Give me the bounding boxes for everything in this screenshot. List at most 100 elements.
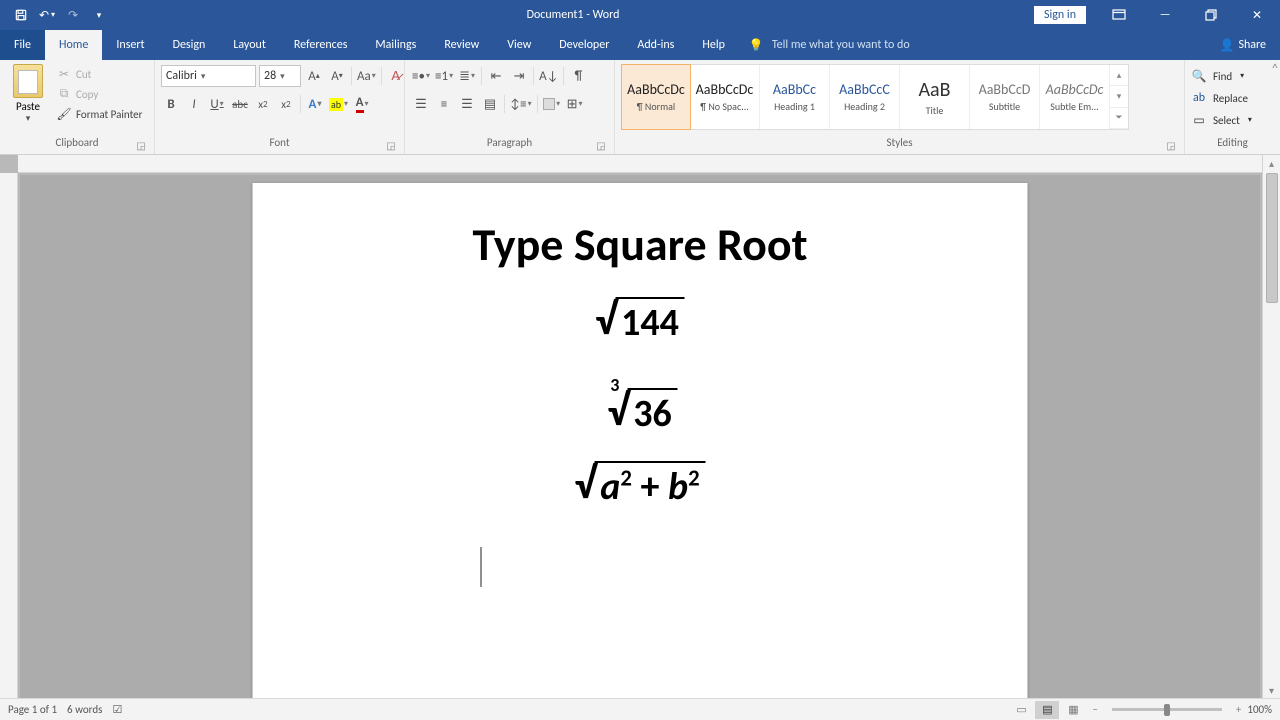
- chevron-down-icon[interactable]: ▾: [26, 113, 31, 124]
- shrink-font-button[interactable]: A▾: [327, 65, 347, 87]
- change-case-button[interactable]: Aa▾: [356, 65, 377, 87]
- font-launcher-icon[interactable]: ◲: [384, 138, 398, 152]
- align-right-button[interactable]: ☰: [457, 93, 477, 115]
- radical-icon: √: [574, 461, 596, 505]
- ribbon: Paste ▾ ✂Cut ⧉Copy 🖌Format Painter Clipb…: [0, 60, 1280, 155]
- equation-sqrt-a2b2[interactable]: √a2 + b2: [333, 461, 948, 511]
- numbering-button[interactable]: ≡1▾: [434, 65, 454, 87]
- tab-references[interactable]: References: [280, 30, 362, 60]
- select-button[interactable]: ▭Select▾: [1191, 110, 1256, 130]
- superscript-button[interactable]: x2: [276, 93, 296, 115]
- font-size-combo[interactable]: 28▾: [259, 65, 301, 87]
- web-layout-icon[interactable]: ▦: [1061, 701, 1085, 719]
- print-layout-icon[interactable]: ▤: [1035, 701, 1059, 719]
- style-no-spacing[interactable]: AaBbCcDc¶ No Spac...: [690, 65, 760, 129]
- horizontal-ruler[interactable]: [18, 155, 1262, 173]
- justify-button[interactable]: ▤: [480, 93, 500, 115]
- tell-me-label: Tell me what you want to do: [772, 38, 910, 52]
- line-spacing-button[interactable]: ↕≡▾: [509, 93, 533, 115]
- tell-me-search[interactable]: 💡 Tell me what you want to do: [739, 30, 920, 60]
- style-normal[interactable]: AaBbCcDc¶ Normal: [621, 64, 691, 130]
- format-painter-button[interactable]: 🖌Format Painter: [54, 105, 144, 123]
- borders-button[interactable]: ⊞▾: [565, 93, 585, 115]
- vertical-ruler[interactable]: [0, 173, 18, 698]
- tab-layout[interactable]: Layout: [219, 30, 280, 60]
- document-heading: Type Square Root: [333, 217, 948, 273]
- status-page[interactable]: Page 1 of 1: [8, 703, 57, 716]
- font-name-combo[interactable]: Calibri▾: [161, 65, 256, 87]
- style-title[interactable]: AaBTitle: [900, 65, 970, 129]
- ribbon-display-icon[interactable]: [1096, 0, 1142, 30]
- bullets-button[interactable]: ≡•▾: [411, 65, 431, 87]
- tab-help[interactable]: Help: [688, 30, 739, 60]
- share-button[interactable]: 👤 Share: [1205, 30, 1280, 60]
- underline-button[interactable]: U▾: [207, 93, 227, 115]
- copy-button[interactable]: ⧉Copy: [54, 85, 144, 103]
- document-page[interactable]: Type Square Root √144 3√36 √a2 + b2: [253, 183, 1028, 698]
- ribbon-tabs: File Home Insert Design Layout Reference…: [0, 30, 1280, 60]
- vertical-scrollbar[interactable]: ▴ ▾: [1262, 155, 1280, 698]
- zoom-in-icon[interactable]: +: [1236, 703, 1241, 716]
- clipboard-launcher-icon[interactable]: ◲: [134, 138, 148, 152]
- subscript-button[interactable]: x2: [253, 93, 273, 115]
- zoom-level[interactable]: 100%: [1247, 703, 1272, 716]
- equation-sqrt-144[interactable]: √144: [333, 297, 948, 347]
- tab-insert[interactable]: Insert: [102, 30, 158, 60]
- style-heading1[interactable]: AaBbCcHeading 1: [760, 65, 830, 129]
- maximize-icon[interactable]: [1188, 0, 1234, 30]
- sign-in-button[interactable]: Sign in: [1034, 6, 1086, 24]
- shading-button[interactable]: ▾: [542, 93, 562, 115]
- tab-file[interactable]: File: [0, 30, 45, 60]
- window-title: Document1 - Word: [112, 8, 1034, 22]
- tab-developer[interactable]: Developer: [545, 30, 623, 60]
- tab-view[interactable]: View: [493, 30, 545, 60]
- tab-review[interactable]: Review: [430, 30, 493, 60]
- share-icon: 👤: [1219, 38, 1234, 53]
- equation-cuberoot-36[interactable]: 3√36: [333, 371, 948, 438]
- scroll-thumb[interactable]: [1266, 173, 1278, 303]
- clear-formatting-button[interactable]: A̷: [386, 65, 406, 87]
- tab-design[interactable]: Design: [159, 30, 220, 60]
- text-effects-button[interactable]: A▾: [305, 93, 325, 115]
- style-subtitle[interactable]: AaBbCcDSubtitle: [970, 65, 1040, 129]
- close-icon[interactable]: ✕: [1234, 0, 1280, 30]
- collapse-ribbon-icon[interactable]: ^: [1272, 62, 1278, 76]
- style-subtle-em[interactable]: AaBbCcDcSubtle Em...: [1040, 65, 1110, 129]
- undo-icon[interactable]: ↶▾: [34, 0, 60, 30]
- align-left-button[interactable]: ☰: [411, 93, 431, 115]
- strikethrough-button[interactable]: abc: [230, 93, 250, 115]
- paragraph-launcher-icon[interactable]: ◲: [594, 138, 608, 152]
- styles-launcher-icon[interactable]: ◲: [1164, 138, 1178, 152]
- replace-button[interactable]: abReplace: [1191, 88, 1256, 108]
- qat-customize-icon[interactable]: ▾: [86, 0, 112, 30]
- spellcheck-icon[interactable]: ☑: [112, 703, 122, 716]
- font-color-button[interactable]: A▾: [352, 93, 372, 115]
- style-heading2[interactable]: AaBbCcCHeading 2: [830, 65, 900, 129]
- grow-font-button[interactable]: A▴: [304, 65, 324, 87]
- redo-icon[interactable]: ↷: [60, 0, 86, 30]
- italic-button[interactable]: I: [184, 93, 204, 115]
- tab-addins[interactable]: Add-ins: [623, 30, 688, 60]
- multilevel-button[interactable]: ≣▾: [457, 65, 477, 87]
- zoom-out-icon[interactable]: −: [1092, 703, 1097, 716]
- increase-indent-button[interactable]: ⇥: [509, 65, 529, 87]
- highlight-button[interactable]: ab▾: [328, 93, 349, 115]
- styles-more-button[interactable]: ▴▾⏷: [1110, 65, 1128, 129]
- zoom-slider[interactable]: [1112, 708, 1222, 711]
- styles-gallery[interactable]: AaBbCcDc¶ Normal AaBbCcDc¶ No Spac... Aa…: [621, 64, 1129, 130]
- decrease-indent-button[interactable]: ⇤: [486, 65, 506, 87]
- minimize-icon[interactable]: —: [1142, 0, 1188, 30]
- read-mode-icon[interactable]: ▭: [1009, 701, 1033, 719]
- align-center-button[interactable]: ≡: [434, 93, 454, 115]
- save-icon[interactable]: [8, 0, 34, 30]
- cut-button[interactable]: ✂Cut: [54, 65, 144, 83]
- sort-button[interactable]: A↓: [538, 65, 559, 87]
- search-icon: 🔍: [1191, 68, 1207, 84]
- paste-button[interactable]: Paste ▾: [6, 62, 50, 136]
- status-words[interactable]: 6 words: [67, 703, 102, 716]
- tab-mailings[interactable]: Mailings: [361, 30, 430, 60]
- tab-home[interactable]: Home: [45, 30, 102, 60]
- show-marks-button[interactable]: ¶: [568, 65, 588, 87]
- bold-button[interactable]: B: [161, 93, 181, 115]
- find-button[interactable]: 🔍Find▾: [1191, 66, 1256, 86]
